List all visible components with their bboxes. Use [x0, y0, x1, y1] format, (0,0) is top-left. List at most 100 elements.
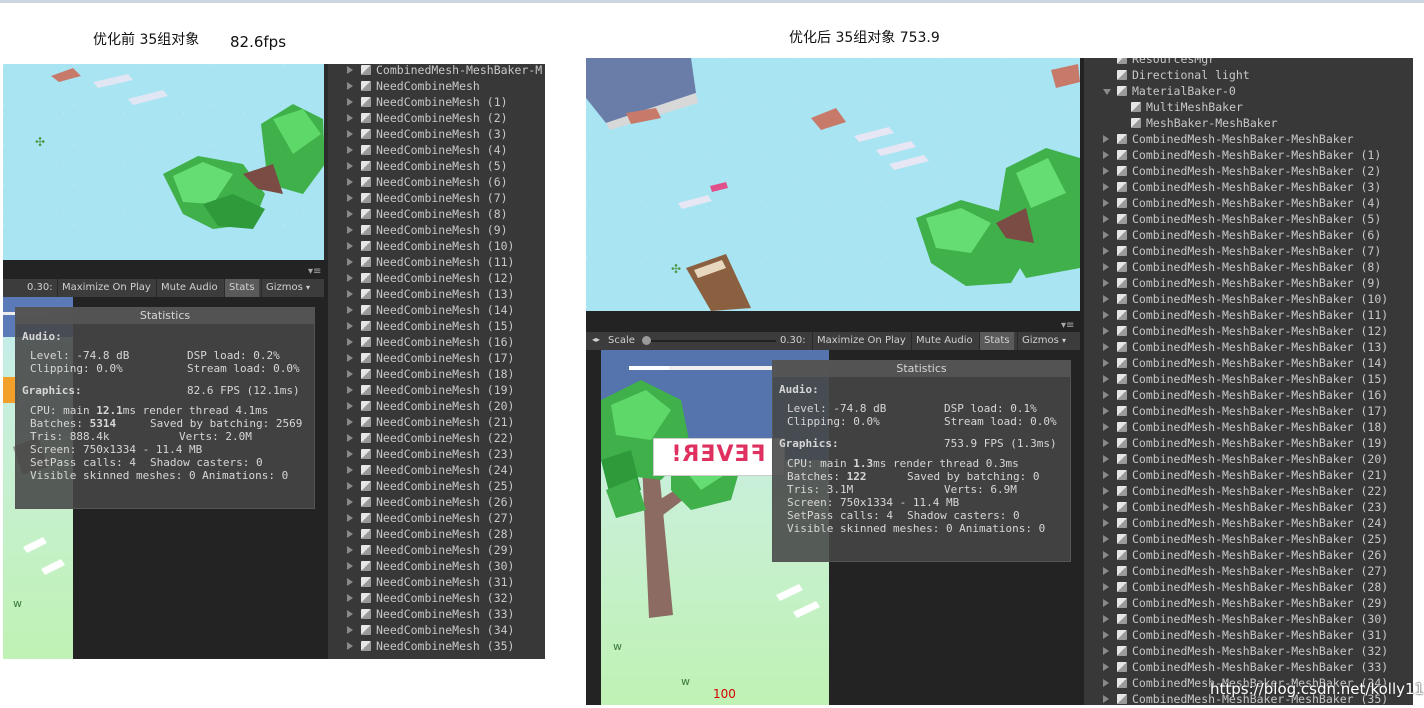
stats-button[interactable]: Stats — [224, 279, 259, 297]
collapsed-arrow-icon[interactable] — [347, 290, 353, 298]
hierarchy-item[interactable]: CombinedMesh-MeshBaker-MeshBaker (15) — [1084, 371, 1413, 387]
hierarchy-item[interactable]: CombinedMesh-MeshBaker-MeshBaker (14) — [1084, 355, 1413, 371]
hierarchy-item[interactable]: NeedCombineMesh (28) — [328, 526, 545, 542]
hierarchy-item[interactable]: NeedCombineMesh (35) — [328, 638, 545, 654]
hierarchy-item[interactable]: NeedCombineMesh (25) — [328, 478, 545, 494]
collapsed-arrow-icon[interactable] — [347, 98, 353, 106]
collapsed-arrow-icon[interactable] — [347, 162, 353, 170]
collapsed-arrow-icon[interactable] — [347, 482, 353, 490]
hierarchy-item[interactable]: CombinedMesh-MeshBaker-MeshBaker (12) — [1084, 323, 1413, 339]
collapsed-arrow-icon[interactable] — [1103, 471, 1109, 479]
collapsed-arrow-icon[interactable] — [1103, 455, 1109, 463]
collapsed-arrow-icon[interactable] — [347, 450, 353, 458]
hierarchy-item[interactable]: NeedCombineMesh (4) — [328, 142, 545, 158]
collapsed-arrow-icon[interactable] — [347, 338, 353, 346]
collapsed-arrow-icon[interactable] — [1103, 375, 1109, 383]
collapsed-arrow-icon[interactable] — [347, 578, 353, 586]
hierarchy-item[interactable]: Directional light — [1084, 67, 1413, 83]
hierarchy-item[interactable]: CombinedMesh-MeshBaker-MeshBaker (7) — [1084, 243, 1413, 259]
collapsed-arrow-icon[interactable] — [347, 498, 353, 506]
collapsed-arrow-icon[interactable] — [1103, 679, 1109, 687]
hierarchy-item[interactable]: CombinedMesh-MeshBaker-MeshBaker (5) — [1084, 211, 1413, 227]
hierarchy-item[interactable]: CombinedMesh-MeshBaker-MeshBaker (28) — [1084, 579, 1413, 595]
collapsed-arrow-icon[interactable] — [347, 114, 353, 122]
collapsed-arrow-icon[interactable] — [347, 514, 353, 522]
hierarchy-item[interactable]: NeedCombineMesh (33) — [328, 606, 545, 622]
hierarchy-item[interactable]: CombinedMesh-MeshBaker-MeshBaker (10) — [1084, 291, 1413, 307]
collapsed-arrow-icon[interactable] — [347, 434, 353, 442]
left-scene-view[interactable]: ✣ — [3, 64, 324, 260]
maximize-on-play-button[interactable]: Maximize On Play — [57, 279, 155, 297]
collapsed-arrow-icon[interactable] — [347, 82, 353, 90]
hierarchy-item[interactable]: NeedCombineMesh (29) — [328, 542, 545, 558]
collapsed-arrow-icon[interactable] — [1103, 343, 1109, 351]
collapsed-arrow-icon[interactable] — [1103, 503, 1109, 511]
hierarchy-item[interactable]: NeedCombineMesh (23) — [328, 446, 545, 462]
collapsed-arrow-icon[interactable] — [347, 322, 353, 330]
hierarchy-item[interactable]: CombinedMesh-MeshBaker-MeshBaker (25) — [1084, 531, 1413, 547]
collapsed-arrow-icon[interactable] — [347, 242, 353, 250]
collapsed-arrow-icon[interactable] — [1103, 167, 1109, 175]
hierarchy-item[interactable]: NeedCombineMesh (17) — [328, 350, 545, 366]
hierarchy-item[interactable]: NeedCombineMesh (1) — [328, 94, 545, 110]
collapsed-arrow-icon[interactable] — [347, 210, 353, 218]
hierarchy-item[interactable]: NeedCombineMesh (34) — [328, 622, 545, 638]
collapsed-arrow-icon[interactable] — [1103, 263, 1109, 271]
hierarchy-item[interactable]: NeedCombineMesh (16) — [328, 334, 545, 350]
hierarchy-item[interactable]: CombinedMesh-MeshBaker-MeshBaker (29) — [1084, 595, 1413, 611]
hierarchy-item[interactable]: CombinedMesh-MeshBaker-MeshBaker (18) — [1084, 419, 1413, 435]
hierarchy-item[interactable]: NeedCombineMesh (3) — [328, 126, 545, 142]
collapsed-arrow-icon[interactable] — [1103, 199, 1109, 207]
collapsed-arrow-icon[interactable] — [347, 178, 353, 186]
hierarchy-item[interactable]: CombinedMesh-MeshBaker-MeshBaker (9) — [1084, 275, 1413, 291]
collapsed-arrow-icon[interactable] — [347, 258, 353, 266]
hierarchy-item[interactable]: CombinedMesh-MeshBaker-MeshBaker (22) — [1084, 483, 1413, 499]
hierarchy-item[interactable]: NeedCombineMesh (21) — [328, 414, 545, 430]
left-tab-menu-icon[interactable]: ▾≡ — [308, 266, 321, 277]
hierarchy-item[interactable]: NeedCombineMesh (30) — [328, 558, 545, 574]
mute-audio-button[interactable]: Mute Audio — [156, 279, 222, 297]
hierarchy-item[interactable]: CombinedMesh-MeshBaker-MeshBaker (6) — [1084, 227, 1413, 243]
hierarchy-item[interactable]: NeedCombineMesh (32) — [328, 590, 545, 606]
hierarchy-item[interactable]: CombinedMesh-MeshBaker-MeshBaker (11) — [1084, 307, 1413, 323]
collapsed-arrow-icon[interactable] — [1103, 151, 1109, 159]
collapsed-arrow-icon[interactable] — [1103, 279, 1109, 287]
collapsed-arrow-icon[interactable] — [1103, 519, 1109, 527]
collapsed-arrow-icon[interactable] — [1103, 359, 1109, 367]
collapsed-arrow-icon[interactable] — [1103, 631, 1109, 639]
hierarchy-item[interactable]: NeedCombineMesh (7) — [328, 190, 545, 206]
hierarchy-item[interactable]: NeedCombineMesh — [328, 78, 545, 94]
hierarchy-item[interactable]: NeedCombineMesh (8) — [328, 206, 545, 222]
hierarchy-item[interactable]: CombinedMesh-MeshBaker-MeshBaker (26) — [1084, 547, 1413, 563]
hierarchy-item[interactable]: MeshBaker-MeshBaker — [1084, 115, 1413, 131]
collapsed-arrow-icon[interactable] — [347, 226, 353, 234]
hierarchy-item[interactable]: NeedCombineMesh (24) — [328, 462, 545, 478]
toolbar-left-arrows-icon[interactable]: ◂▸ — [592, 335, 600, 344]
hierarchy-item[interactable]: NeedCombineMesh (5) — [328, 158, 545, 174]
collapsed-arrow-icon[interactable] — [347, 594, 353, 602]
hierarchy-item[interactable]: NeedCombineMesh (13) — [328, 286, 545, 302]
hierarchy-item[interactable]: NeedCombineMesh (31) — [328, 574, 545, 590]
collapsed-arrow-icon[interactable] — [1103, 215, 1109, 223]
hierarchy-item[interactable]: NeedCombineMesh (19) — [328, 382, 545, 398]
collapsed-arrow-icon[interactable] — [1103, 295, 1109, 303]
collapsed-arrow-icon[interactable] — [347, 562, 353, 570]
collapsed-arrow-icon[interactable] — [1103, 231, 1109, 239]
right-game-view[interactable]: ᴡ ᴡ FEVER! 100 Statistics Audio: Level: … — [586, 350, 1080, 705]
collapsed-arrow-icon[interactable] — [347, 402, 353, 410]
collapsed-arrow-icon[interactable] — [1103, 535, 1109, 543]
hierarchy-item[interactable]: CombinedMesh-MeshBaker-MeshBaker (8) — [1084, 259, 1413, 275]
collapsed-arrow-icon[interactable] — [1103, 599, 1109, 607]
hierarchy-item[interactable]: CombinedMesh-MeshBaker-MeshBaker (20) — [1084, 451, 1413, 467]
stats-button[interactable]: Stats — [979, 332, 1014, 350]
hierarchy-item[interactable]: NeedCombineMesh (15) — [328, 318, 545, 334]
gizmos-button[interactable]: Gizmos ▾ — [1017, 332, 1070, 350]
hierarchy-item[interactable]: CombinedMesh-MeshBaker-MeshBaker (3) — [1084, 179, 1413, 195]
collapsed-arrow-icon[interactable] — [1103, 695, 1109, 703]
hierarchy-item[interactable]: CombinedMesh-MeshBaker-MeshBaker (13) — [1084, 339, 1413, 355]
hierarchy-item[interactable]: NeedCombineMesh (2) — [328, 110, 545, 126]
left-game-view[interactable]: ᴡ Statistics Audio: Level: -74.8 dB DSP … — [3, 297, 328, 659]
mute-audio-button[interactable]: Mute Audio — [911, 332, 977, 350]
hierarchy-item[interactable]: NeedCombineMesh (12) — [328, 270, 545, 286]
expanded-arrow-icon[interactable] — [1103, 89, 1111, 95]
